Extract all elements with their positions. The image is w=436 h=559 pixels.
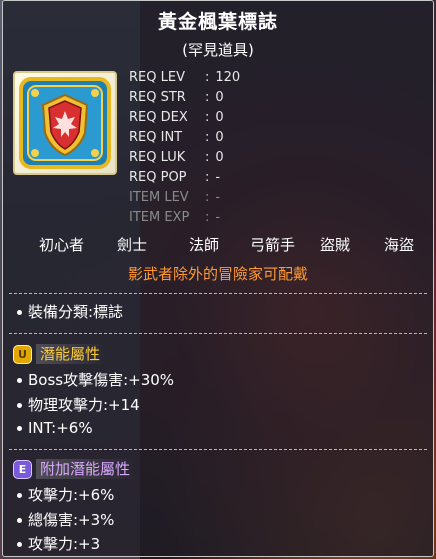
requirement-value: 0 [215, 110, 224, 125]
requirement-value: 0 [215, 150, 224, 165]
additional-potential-label: 附加潛能屬性 [36, 459, 137, 479]
additional-potential-header: E 附加潛能屬性 [13, 459, 137, 479]
requirement-row: ITEM LEV: - [129, 188, 240, 208]
equip-restriction: 影武者除外的冒險家可配戴 [127, 265, 308, 283]
requirement-row: ITEM EXP: - [129, 208, 240, 228]
unique-rank-icon: U [13, 344, 32, 364]
divider [9, 449, 427, 450]
requirement-value: - [215, 210, 221, 225]
requirement-key: REQ STR [129, 90, 186, 105]
bullet-icon [17, 403, 22, 408]
job-beginner: 初心者 [39, 236, 85, 254]
potential-line: Boss攻擊傷害:+30% [17, 369, 174, 390]
requirement-key: REQ LUK [129, 150, 186, 165]
bullet-icon [17, 542, 22, 547]
divider [9, 293, 427, 294]
additional-line: 攻擊力:+6% [17, 484, 114, 505]
job-list: 初心者 劍士 法師 弓箭手 盜賊 海盜 [3, 234, 433, 256]
requirement-separator: : [205, 210, 210, 225]
bullet-icon [17, 493, 22, 498]
requirement-row: REQ STR:0 [129, 88, 240, 108]
requirement-row: REQ LEV:120 [129, 68, 240, 88]
item-icon-frame [13, 71, 117, 175]
requirement-row: REQ DEX:0 [129, 108, 240, 128]
potential-header: U 潛能屬性 [13, 344, 107, 364]
requirement-separator: : [205, 190, 210, 205]
additional-line: 攻擊力:+3 [17, 533, 100, 554]
equip-category: 裝備分類:標誌 [17, 301, 123, 322]
requirement-separator: : [205, 130, 210, 145]
job-thief: 盜賊 [320, 236, 351, 254]
requirement-separator: : [205, 70, 210, 85]
requirement-key: REQ DEX [129, 110, 188, 125]
requirement-row: REQ INT:0 [129, 128, 240, 148]
additional-line-text: 攻擊力:+6% [28, 486, 115, 504]
bullet-icon [17, 426, 22, 431]
item-rarity: (罕見道具) [182, 41, 254, 59]
job-archer: 弓箭手 [250, 236, 296, 254]
requirement-value: - [215, 190, 221, 205]
requirement-value: 120 [215, 70, 241, 85]
requirement-separator: : [205, 170, 210, 185]
requirement-value: 0 [215, 130, 224, 145]
requirement-separator: : [205, 110, 210, 125]
golden-maple-leaf-emblem-icon [19, 77, 111, 169]
bullet-icon [17, 310, 22, 315]
item-name: 黃金楓葉標誌 [157, 11, 278, 33]
potential-line: 物理攻擊力:+14 [17, 394, 140, 415]
requirement-value: - [215, 170, 221, 185]
requirement-separator: : [205, 150, 210, 165]
requirements-list: REQ LEV:120 REQ STR:0 REQ DEX:0 REQ INT:0 RE… [129, 68, 240, 228]
epic-rank-icon: E [13, 459, 32, 479]
requirement-key: REQ POP [129, 170, 187, 185]
requirement-row: REQ POP: - [129, 168, 240, 188]
bullet-icon [17, 378, 22, 383]
potential-label: 潛能屬性 [36, 344, 107, 364]
job-magician: 法師 [189, 236, 220, 254]
potential-line: INT:+6% [17, 419, 93, 437]
requirement-key: REQ INT [129, 130, 183, 145]
job-pirate: 海盜 [384, 236, 415, 254]
requirement-key: REQ LEV [129, 70, 185, 85]
requirement-key: ITEM EXP [129, 210, 190, 225]
additional-line-text: 攻擊力:+3 [28, 535, 101, 553]
item-tooltip: 黃金楓葉標誌 (罕見道具) REQ LEV:120 REQ STR:0 REQ DE… [2, 0, 434, 557]
category-text: 裝備分類:標誌 [28, 303, 124, 321]
requirement-key: ITEM LEV [129, 190, 189, 205]
additional-line-text: 總傷害:+3% [28, 511, 115, 529]
requirement-separator: : [205, 90, 210, 105]
potential-line-text: 物理攻擊力:+14 [28, 396, 140, 414]
divider [9, 333, 427, 334]
job-warrior: 劍士 [117, 236, 148, 254]
additional-line: 總傷害:+3% [17, 509, 114, 530]
requirement-row: REQ LUK:0 [129, 148, 240, 168]
bullet-icon [17, 518, 22, 523]
requirement-value: 0 [215, 90, 224, 105]
potential-line-text: INT:+6% [28, 419, 93, 437]
potential-line-text: Boss攻擊傷害:+30% [28, 371, 175, 389]
